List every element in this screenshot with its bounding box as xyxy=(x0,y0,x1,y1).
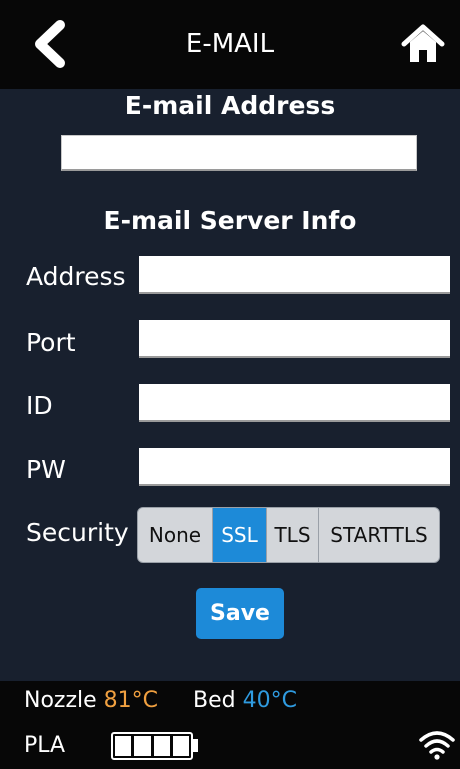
id-input[interactable] xyxy=(139,384,450,422)
bed-label: Bed xyxy=(193,688,236,713)
save-button[interactable]: Save xyxy=(196,588,284,639)
port-label: Port xyxy=(26,328,76,357)
battery-cell xyxy=(134,736,151,756)
server-info-title: E-mail Server Info xyxy=(103,206,357,235)
security-option-tls[interactable]: TLS xyxy=(267,508,319,562)
nozzle-label: Nozzle xyxy=(24,688,97,713)
battery-tip xyxy=(193,739,198,752)
address-label: Address xyxy=(26,262,126,291)
security-option-starttls[interactable]: STARTTLS xyxy=(319,508,439,562)
security-selector: None SSL TLS STARTTLS xyxy=(137,507,440,563)
id-label: ID xyxy=(26,391,53,420)
battery-cell xyxy=(172,736,189,756)
bed-status: Bed 40°C xyxy=(193,686,297,716)
security-option-none[interactable]: None xyxy=(138,508,213,562)
filament-type: PLA xyxy=(24,733,66,758)
nozzle-temp: 81°C xyxy=(103,688,159,713)
wifi-icon xyxy=(419,731,455,760)
server-address-input[interactable] xyxy=(139,256,450,294)
email-address-input[interactable] xyxy=(61,135,417,171)
port-input[interactable] xyxy=(139,320,450,358)
battery-icon xyxy=(111,732,193,760)
battery-cell xyxy=(115,736,132,756)
home-icon[interactable] xyxy=(400,22,446,66)
bed-temp: 40°C xyxy=(242,688,297,713)
page-title: E-MAIL xyxy=(185,29,275,59)
security-option-ssl[interactable]: SSL xyxy=(213,508,267,562)
battery-cell xyxy=(153,736,170,756)
nozzle-status: Nozzle 81°C xyxy=(24,686,158,716)
email-address-title: E-mail Address xyxy=(124,91,336,120)
security-label: Security xyxy=(26,518,129,547)
pw-label: PW xyxy=(26,455,66,484)
password-input[interactable] xyxy=(139,448,450,486)
